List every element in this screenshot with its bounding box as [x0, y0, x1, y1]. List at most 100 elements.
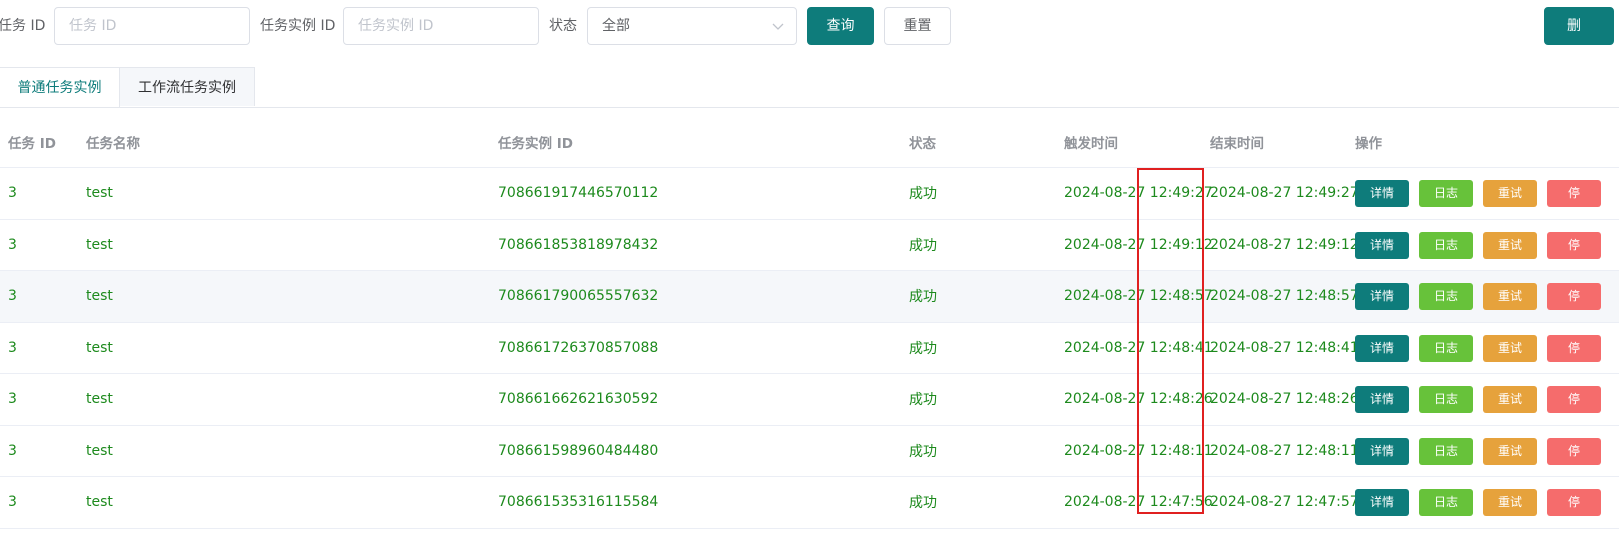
- retry-button[interactable]: 重试: [1483, 231, 1537, 259]
- table-header: 任务 ID 任务名称 任务实例 ID 状态 触发时间 结束时间 操作: [0, 117, 1619, 168]
- detail-button[interactable]: 详情: [1355, 180, 1409, 207]
- cell-task-name: test: [86, 494, 113, 511]
- stop-button[interactable]: 停: [1547, 489, 1601, 516]
- cell-end-time: 2024-08-27 12:48:41: [1210, 339, 1359, 356]
- stop-button[interactable]: 停: [1547, 180, 1601, 207]
- log-button[interactable]: 日志: [1419, 231, 1473, 259]
- tab-workflow-instances[interactable]: 工作流任务实例: [119, 67, 255, 106]
- table-row: 3 test 708661535316115584 成功 2024-08-27 …: [0, 477, 1619, 529]
- header-task-name: 任务名称: [86, 136, 140, 152]
- header-task-id: 任务 ID: [8, 136, 56, 152]
- cell-status: 成功: [909, 443, 937, 460]
- retry-button[interactable]: 重试: [1483, 437, 1537, 465]
- cell-end-time: 2024-08-27 12:48:57: [1210, 288, 1359, 305]
- cell-status: 成功: [909, 186, 937, 203]
- detail-button[interactable]: 详情: [1355, 437, 1409, 465]
- header-status: 状态: [909, 136, 936, 152]
- reset-button[interactable]: 重置: [884, 7, 951, 45]
- log-button[interactable]: 日志: [1419, 437, 1473, 465]
- cell-task-name: test: [86, 339, 113, 356]
- stop-button[interactable]: 停: [1547, 283, 1601, 310]
- cell-task-name: test: [86, 185, 113, 202]
- detail-button[interactable]: 详情: [1355, 386, 1409, 413]
- search-bar: 任务 ID 任务实例 ID 状态 全部 查询 重置 删: [0, 7, 1619, 45]
- header-trigger-time: 触发时间: [1064, 136, 1118, 152]
- log-button[interactable]: 日志: [1419, 489, 1473, 516]
- cell-trigger-time: 2024-08-27 12:49:12: [1064, 236, 1213, 253]
- status-label: 状态: [549, 18, 577, 34]
- cell-task-id: 3: [8, 185, 17, 202]
- instance-table: 任务 ID 任务名称 任务实例 ID 状态 触发时间 结束时间 操作 3 tes…: [0, 117, 1619, 529]
- cell-status: 成功: [909, 340, 937, 357]
- retry-button[interactable]: 重试: [1483, 334, 1537, 362]
- stop-button[interactable]: 停: [1547, 437, 1601, 465]
- tab-normal-instances[interactable]: 普通任务实例: [0, 67, 120, 107]
- retry-button[interactable]: 重试: [1483, 489, 1537, 516]
- cell-task-id: 3: [8, 391, 17, 408]
- cell-task-name: test: [86, 236, 113, 253]
- cell-end-time: 2024-08-27 12:49:27: [1210, 185, 1359, 202]
- status-select-value: 全部: [602, 18, 630, 34]
- cell-instance-id: 708661917446570112: [498, 185, 659, 202]
- header-end-time: 结束时间: [1210, 136, 1264, 152]
- retry-button[interactable]: 重试: [1483, 283, 1537, 310]
- table-row: 3 test 708661853818978432 成功 2024-08-27 …: [0, 220, 1619, 271]
- stop-button[interactable]: 停: [1547, 334, 1601, 362]
- cell-task-name: test: [86, 391, 113, 408]
- cell-task-id: 3: [8, 442, 17, 459]
- cell-task-name: test: [86, 442, 113, 459]
- task-instance-page: 任务 ID 任务实例 ID 状态 全部 查询 重置 删 工作流任务实例 普通任务…: [0, 0, 1619, 543]
- cell-trigger-time: 2024-08-27 12:47:56: [1064, 494, 1213, 511]
- task-id-input[interactable]: [54, 7, 250, 45]
- status-select[interactable]: 全部: [587, 7, 797, 45]
- log-button[interactable]: 日志: [1419, 283, 1473, 310]
- log-button[interactable]: 日志: [1419, 334, 1473, 362]
- cell-status: 成功: [909, 237, 937, 254]
- cell-task-id: 3: [8, 236, 17, 253]
- stop-button[interactable]: 停: [1547, 386, 1601, 413]
- table-row: 3 test 708661790065557632 成功 2024-08-27 …: [0, 271, 1619, 323]
- stop-button[interactable]: 停: [1547, 231, 1601, 259]
- header-instance-id: 任务实例 ID: [498, 136, 573, 152]
- right-action-button[interactable]: 删: [1544, 7, 1614, 45]
- cell-trigger-time: 2024-08-27 12:48:57: [1064, 288, 1213, 305]
- cell-task-id: 3: [8, 288, 17, 305]
- cell-end-time: 2024-08-27 12:48:11: [1210, 442, 1359, 459]
- cell-end-time: 2024-08-27 12:49:12: [1210, 236, 1359, 253]
- task-id-label: 任务 ID: [0, 18, 46, 34]
- cell-status: 成功: [909, 392, 937, 409]
- chevron-down-icon: [772, 23, 784, 30]
- cell-trigger-time: 2024-08-27 12:48:26: [1064, 391, 1213, 408]
- cell-trigger-time: 2024-08-27 12:48:11: [1064, 442, 1213, 459]
- query-button[interactable]: 查询: [807, 7, 874, 45]
- cell-task-id: 3: [8, 494, 17, 511]
- instance-id-input[interactable]: [343, 7, 539, 45]
- log-button[interactable]: 日志: [1419, 386, 1473, 413]
- cell-instance-id: 708661726370857088: [498, 339, 659, 356]
- cell-task-id: 3: [8, 339, 17, 356]
- cell-instance-id: 708661790065557632: [498, 288, 659, 305]
- detail-button[interactable]: 详情: [1355, 334, 1409, 362]
- table-row: 3 test 708661917446570112 成功 2024-08-27 …: [0, 168, 1619, 220]
- detail-button[interactable]: 详情: [1355, 231, 1409, 259]
- cell-trigger-time: 2024-08-27 12:48:41: [1064, 339, 1213, 356]
- cell-instance-id: 708661853818978432: [498, 236, 659, 253]
- table-row: 3 test 708661598960484480 成功 2024-08-27 …: [0, 426, 1619, 477]
- cell-instance-id: 708661535316115584: [498, 494, 659, 511]
- cell-trigger-time: 2024-08-27 12:49:27: [1064, 185, 1213, 202]
- cell-end-time: 2024-08-27 12:47:57: [1210, 494, 1359, 511]
- table-row: 3 test 708661726370857088 成功 2024-08-27 …: [0, 323, 1619, 374]
- tab-bar: 工作流任务实例 普通任务实例: [0, 67, 1619, 108]
- retry-button[interactable]: 重试: [1483, 386, 1537, 413]
- retry-button[interactable]: 重试: [1483, 180, 1537, 207]
- cell-status: 成功: [909, 495, 937, 512]
- cell-end-time: 2024-08-27 12:48:26: [1210, 391, 1359, 408]
- cell-instance-id: 708661662621630592: [498, 391, 659, 408]
- cell-status: 成功: [909, 289, 937, 306]
- cell-instance-id: 708661598960484480: [498, 442, 659, 459]
- instance-id-label: 任务实例 ID: [260, 18, 336, 34]
- log-button[interactable]: 日志: [1419, 180, 1473, 207]
- detail-button[interactable]: 详情: [1355, 489, 1409, 516]
- cell-task-name: test: [86, 288, 113, 305]
- detail-button[interactable]: 详情: [1355, 283, 1409, 310]
